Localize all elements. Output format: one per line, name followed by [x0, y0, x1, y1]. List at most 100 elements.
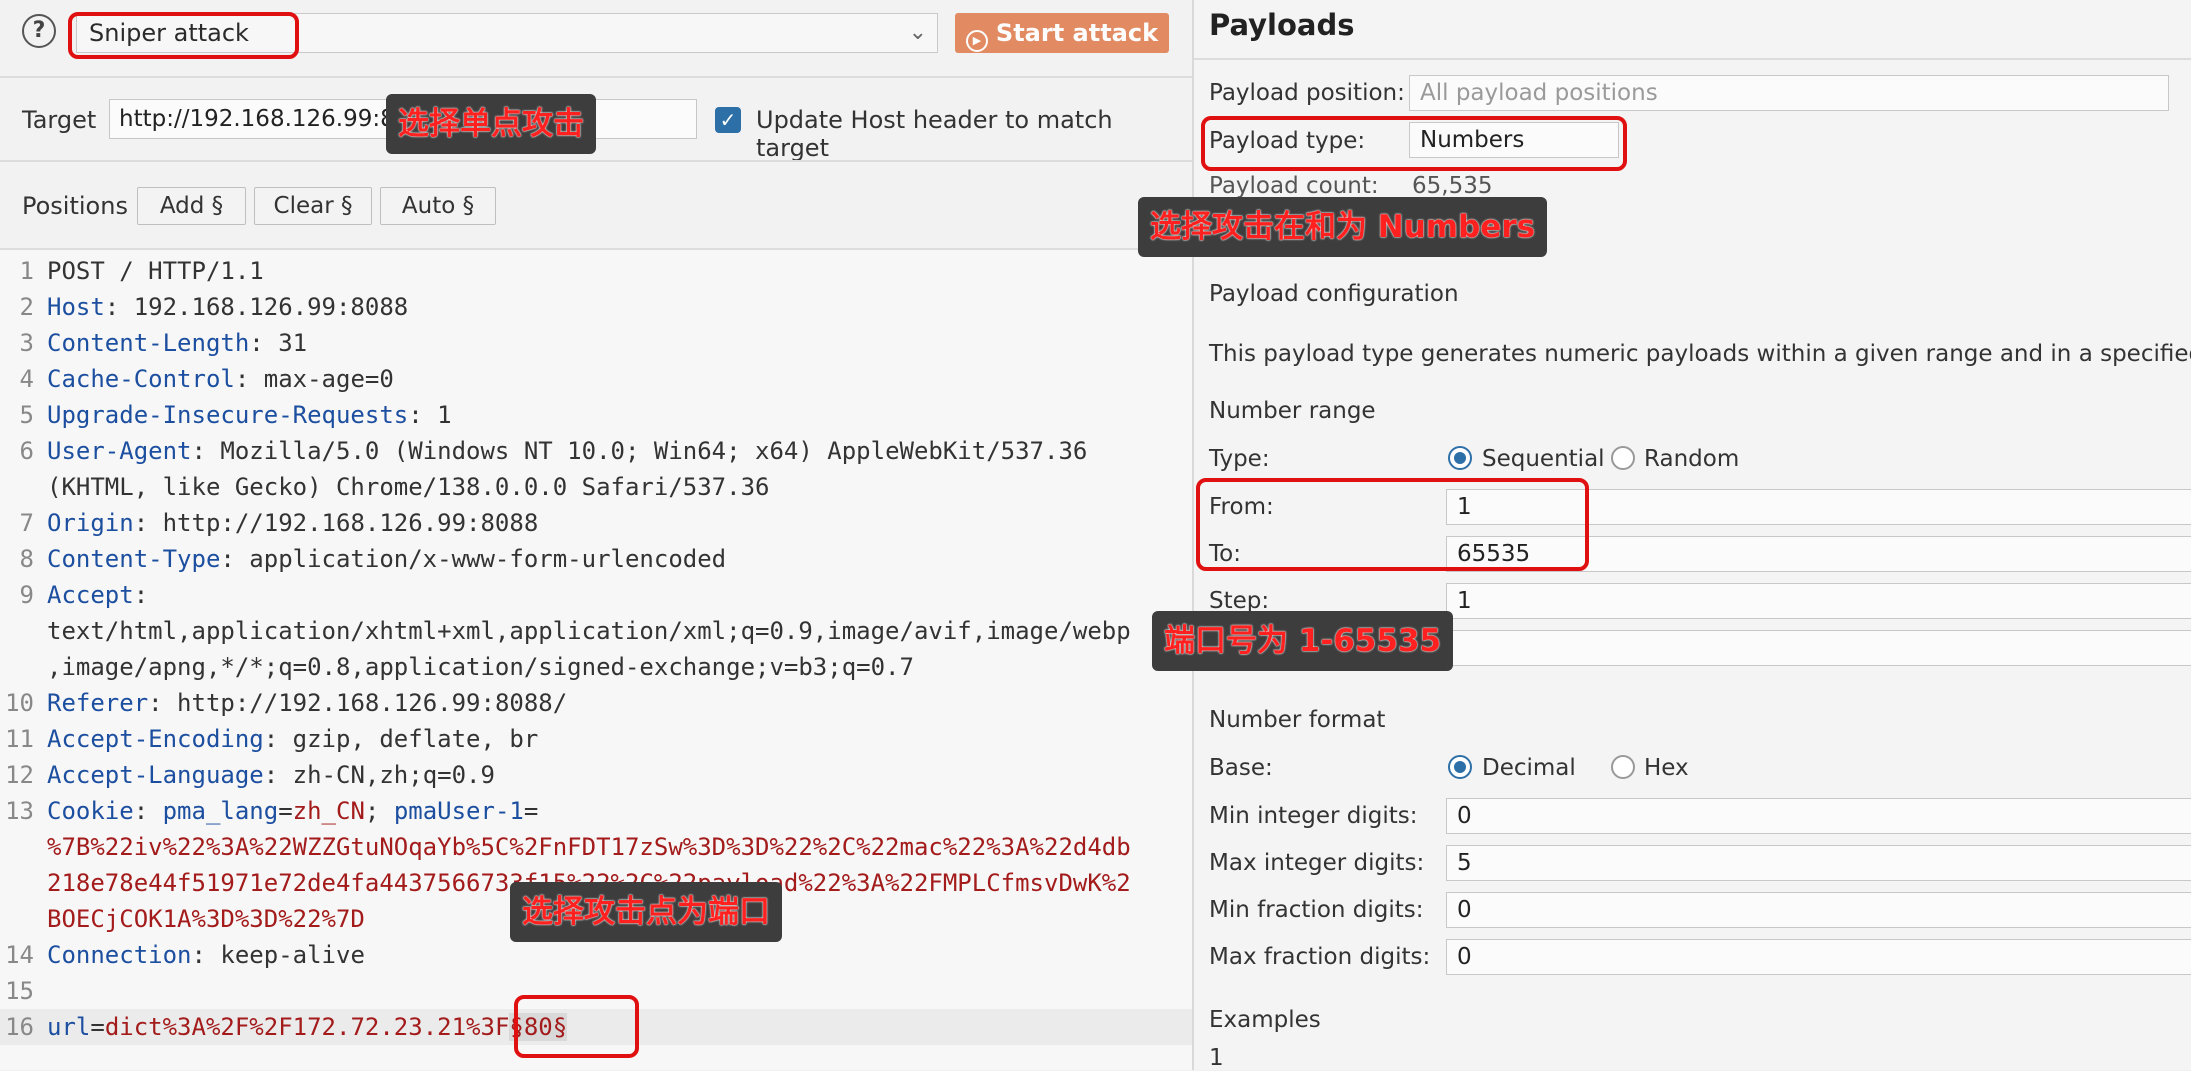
request-editor[interactable]: 1 POST / HTTP/1.1 2 Host: 192.168.126.99:80… — [0, 250, 1192, 1070]
request-line: 7 Origin: http://192.168.126.99:8088 — [0, 505, 1192, 541]
code-token: %7B%22iv%22%3A%22WZZGtuNOqaYb%5C%2FnFDT1… — [47, 833, 1131, 861]
line-code: Content-Type: application/x-www-form-url… — [47, 541, 726, 577]
how-many-input[interactable] — [1446, 630, 2191, 666]
help-icon[interactable]: ? — [22, 14, 56, 48]
min-integer-digits-input[interactable]: 0 — [1446, 798, 2191, 834]
code-token: pmaUser-1 — [393, 797, 524, 825]
code-token: Accept — [47, 581, 134, 609]
add-position-button[interactable]: Add § — [137, 187, 246, 225]
code-token: : 192.168.126.99:8088 — [104, 293, 409, 321]
code-token: Content-Type — [47, 545, 221, 573]
line-number: 9 — [19, 581, 34, 609]
payload-position-select[interactable]: All payload positions — [1409, 75, 2169, 111]
request-line: text/html,application/xhtml+xml,applicat… — [0, 613, 1192, 649]
code-token: = — [90, 1013, 105, 1041]
line-number: 7 — [19, 509, 34, 537]
code-token: User-Agent — [47, 437, 192, 465]
code-token: pma_lang — [162, 797, 279, 825]
divider — [0, 76, 1192, 78]
annotation-point: 选择攻击点为端口 — [510, 882, 782, 942]
hex-radio[interactable] — [1611, 755, 1635, 779]
line-code: Referer: http://192.168.126.99:8088/ — [47, 685, 567, 721]
examples-label: Examples — [1209, 1007, 1321, 1033]
number-format-title: Number format — [1209, 707, 1386, 733]
code-token: : Mozilla/5.0 (Windows NT 10.0; Win64; x… — [191, 437, 1088, 465]
code-token: dict%3A%2F%2F172.72.23.21%3F — [104, 1013, 510, 1041]
play-icon: ▶ — [965, 30, 988, 52]
line-number: 3 — [19, 329, 34, 357]
code-token: Origin — [47, 509, 134, 537]
min-integer-digits-label: Min integer digits: — [1209, 803, 1418, 829]
request-line: %7B%22iv%22%3A%22WZZGtuNOqaYb%5C%2FnFDT1… — [0, 829, 1192, 865]
payloads-title: Payloads — [1209, 8, 1355, 42]
max-fraction-digits-label: Max fraction digits: — [1209, 944, 1431, 970]
start-attack-label: Start attack — [995, 19, 1159, 47]
code-token: : http://192.168.126.99:8088/ — [148, 689, 568, 717]
divider — [1194, 58, 2191, 60]
code-token: Host — [47, 293, 105, 321]
line-number: 2 — [19, 293, 34, 321]
max-integer-digits-input[interactable]: 5 — [1446, 845, 2191, 881]
line-code: (KHTML, like Gecko) Chrome/138.0.0.0 Saf… — [47, 469, 769, 505]
code-token: : — [133, 581, 149, 609]
line-code: User-Agent: Mozilla/5.0 (Windows NT 10.0… — [47, 433, 1087, 469]
update-host-checkbox[interactable]: ✓ — [715, 107, 741, 133]
code-token: text/html,application/xhtml+xml,applicat… — [47, 617, 1131, 645]
code-token: ; — [364, 797, 394, 825]
payload-position-label: Payload position: — [1209, 80, 1405, 106]
line-number: 13 — [5, 797, 34, 825]
line-number: 12 — [5, 761, 34, 789]
code-token: Accept-Language — [47, 761, 264, 789]
line-code: Content-Length: 31 — [47, 325, 307, 361]
random-radio[interactable] — [1611, 446, 1635, 470]
highlight-number-range — [1196, 478, 1589, 571]
request-line: 2 Host: 192.168.126.99:8088 — [0, 289, 1192, 325]
line-code: %7B%22iv%22%3A%22WZZGtuNOqaYb%5C%2FnFDT1… — [47, 829, 1131, 865]
auto-position-button[interactable]: Auto § — [380, 187, 496, 225]
code-token: : http://192.168.126.99:8088 — [133, 509, 539, 537]
min-fraction-digits-input[interactable]: 0 — [1446, 892, 2191, 928]
code-token: Cookie — [47, 797, 134, 825]
line-number: 10 — [5, 689, 34, 717]
line-code: BOECjCOK1A%3D%3D%22%7D — [47, 901, 365, 937]
sequential-radio[interactable] — [1448, 446, 1472, 470]
code-token: : — [133, 797, 163, 825]
max-integer-digits-label: Max integer digits: — [1209, 850, 1425, 876]
update-host-label: Update Host header to match target — [756, 106, 1113, 162]
payload-config-title: Payload configuration — [1209, 281, 1459, 307]
code-token: : zh-CN,zh;q=0.9 — [263, 761, 495, 789]
target-label: Target — [22, 106, 97, 134]
random-label: Random — [1644, 446, 1740, 472]
request-line: 4 Cache-Control: max-age=0 — [0, 361, 1192, 397]
line-code: ,image/apng,*/*;q=0.8,application/signed… — [47, 649, 914, 685]
line-code: Connection: keep-alive — [47, 937, 365, 973]
max-fraction-digits-input[interactable]: 0 — [1446, 939, 2191, 975]
highlight-payload-type — [1201, 116, 1627, 171]
annotation-numbers: 选择攻击在和为 Numbers — [1138, 197, 1548, 257]
payload-count-value: 65,535 — [1412, 173, 1493, 199]
line-number: 14 — [5, 941, 34, 969]
code-token: url — [47, 1013, 91, 1041]
code-token: = — [523, 797, 539, 825]
payload-config-desc: This payload type generates numeric payl… — [1209, 341, 2191, 367]
line-code: Accept-Language: zh-CN,zh;q=0.9 — [47, 757, 495, 793]
start-attack-button[interactable]: ▶ Start attack — [955, 13, 1169, 53]
step-input[interactable]: 1 — [1446, 583, 2191, 619]
request-line: (KHTML, like Gecko) Chrome/138.0.0.0 Saf… — [0, 469, 1192, 505]
line-number: 8 — [19, 545, 34, 573]
line-number: 1 — [19, 257, 34, 285]
line-number: 4 — [19, 365, 34, 393]
clear-position-button[interactable]: Clear § — [254, 187, 372, 225]
range-type-label: Type: — [1209, 446, 1270, 472]
code-token: : 31 — [249, 329, 308, 357]
code-token: POST / HTTP/1.1 — [47, 257, 264, 285]
request-line: 5 Upgrade-Insecure-Requests: 1 — [0, 397, 1192, 433]
code-token: = — [278, 797, 293, 825]
decimal-radio[interactable] — [1448, 755, 1472, 779]
request-line: 10 Referer: http://192.168.126.99:8088/ — [0, 685, 1192, 721]
sequential-label: Sequential — [1482, 446, 1605, 472]
request-line: ,image/apng,*/*;q=0.8,application/signed… — [0, 649, 1192, 685]
annotation-range: 端口号为 1-65535 — [1152, 611, 1454, 671]
request-line: 12 Accept-Language: zh-CN,zh;q=0.9 — [0, 757, 1192, 793]
line-code: POST / HTTP/1.1 — [47, 253, 264, 289]
